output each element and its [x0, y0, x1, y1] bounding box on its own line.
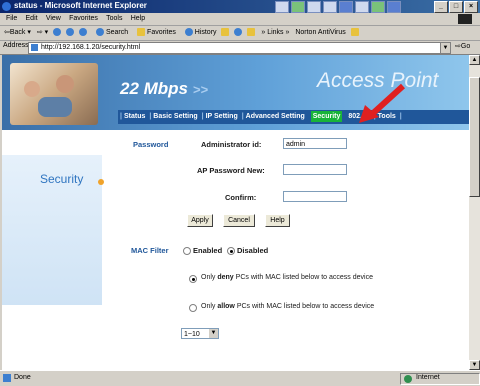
home-icon[interactable]: [79, 28, 88, 37]
print-icon[interactable]: [234, 28, 243, 37]
help-button[interactable]: Help: [265, 214, 290, 227]
tab-status[interactable]: Status: [124, 113, 145, 120]
mail-icon[interactable]: [221, 28, 230, 37]
scroll-down-button[interactable]: ▼: [469, 360, 480, 370]
forward-button[interactable]: ⇨ ▾: [37, 29, 48, 36]
status-text: Done: [14, 374, 31, 381]
tray-icon[interactable]: [323, 1, 337, 13]
toolbar: ⇦Back ▾ ⇨ ▾ Search Favorites History » L…: [0, 26, 480, 41]
page-viewport: 22 Mbps >> Access Point | Status | Basic S…: [2, 55, 469, 370]
tray-icon[interactable]: [387, 1, 401, 13]
links-button[interactable]: » Links »: [261, 29, 289, 36]
menu-favorites[interactable]: Favorites: [69, 15, 98, 22]
speed-label: 22 Mbps >>: [120, 79, 208, 98]
menu-bar: File Edit View Favorites Tools Help: [0, 13, 480, 26]
address-bar: Address http://192.168.1.20/security.htm…: [0, 41, 480, 55]
page-icon: [31, 43, 38, 51]
status-bar: Done Internet: [0, 370, 480, 386]
tray-icon[interactable]: [291, 1, 305, 13]
deny-radio[interactable]: [189, 275, 197, 283]
mac-filter-label: MAC Filter: [131, 246, 169, 255]
minimize-button[interactable]: _: [434, 1, 448, 13]
allow-radio[interactable]: [189, 304, 197, 312]
security-form: Password Administrator id: admin AP Pass…: [110, 130, 469, 370]
tray-icon[interactable]: [307, 1, 321, 13]
tray-icon[interactable]: [275, 1, 289, 13]
tab-advanced-setting[interactable]: Advanced Setting: [246, 113, 305, 120]
maximize-button[interactable]: □: [449, 1, 463, 13]
refresh-icon[interactable]: [66, 28, 75, 37]
windows-logo-icon: [458, 14, 472, 24]
apply-button[interactable]: Apply: [187, 214, 213, 227]
window-controls: _ □ ×: [433, 1, 478, 13]
menu-edit[interactable]: Edit: [26, 15, 38, 22]
confirm-label: Confirm:: [225, 193, 257, 202]
mac-enabled-label: Enabled: [193, 246, 223, 255]
ap-password-label: AP Password New:: [197, 166, 265, 175]
edit-icon[interactable]: [247, 28, 256, 37]
menu-file[interactable]: File: [6, 15, 17, 22]
vertical-scrollbar[interactable]: ▲ ▼: [469, 55, 480, 370]
mac-enabled-radio[interactable]: [183, 247, 191, 255]
deny-option-text: Only deny PCs with MAC listed below to a…: [201, 274, 373, 281]
page-done-icon: [3, 374, 11, 382]
address-dropdown-icon[interactable]: ▼: [440, 43, 450, 53]
nav-bar: | Status | Basic Setting | IP Setting | Adva…: [118, 110, 469, 124]
address-input[interactable]: http://192.168.1.20/security.html ▼: [28, 42, 451, 54]
mac-range-select[interactable]: 1~10 ▼: [181, 328, 219, 339]
history-icon: [184, 28, 193, 37]
admin-id-input[interactable]: admin: [283, 138, 347, 149]
menu-view[interactable]: View: [46, 15, 61, 22]
security-zone: Internet: [400, 373, 480, 385]
mac-disabled-label: Disabled: [237, 246, 269, 255]
norton-button[interactable]: Norton AntiVirus: [295, 29, 345, 36]
page-header: 22 Mbps >> Access Point | Status | Basic S…: [2, 55, 469, 130]
ap-password-input[interactable]: [283, 164, 347, 175]
search-icon: [96, 28, 104, 37]
scroll-up-button[interactable]: ▲: [469, 55, 480, 65]
pointer-arrow-icon: [359, 83, 406, 123]
tab-security[interactable]: Security: [310, 111, 343, 122]
cancel-button[interactable]: Cancel: [223, 214, 255, 227]
ie-icon: [2, 2, 11, 11]
scroll-thumb[interactable]: [469, 77, 480, 197]
allow-option-text: Only allow PCs with MAC listed below to …: [201, 303, 375, 310]
favorites-button[interactable]: Favorites: [134, 28, 176, 37]
window-title: status - Microsoft Internet Explorer: [14, 1, 147, 10]
globe-icon: [404, 375, 412, 383]
taskbar-tray: [275, 1, 403, 13]
section-bullet-icon: [98, 179, 104, 185]
tab-ip-setting[interactable]: IP Setting: [206, 113, 238, 120]
section-title: Security: [40, 172, 84, 186]
tray-icon[interactable]: [371, 1, 385, 13]
tray-icon[interactable]: [339, 1, 353, 13]
back-button[interactable]: ⇦Back ▾: [4, 29, 31, 36]
norton-icon[interactable]: [350, 28, 359, 37]
password-section-label: Password: [133, 140, 169, 149]
confirm-password-input[interactable]: [283, 191, 347, 202]
go-button[interactable]: ⇨Go: [455, 42, 470, 50]
search-button[interactable]: Search: [93, 28, 128, 37]
close-button[interactable]: ×: [464, 1, 478, 13]
tray-icon[interactable]: [355, 1, 369, 13]
tab-basic-setting[interactable]: Basic Setting: [153, 113, 197, 120]
menu-tools[interactable]: Tools: [106, 15, 122, 22]
menu-help[interactable]: Help: [131, 15, 145, 22]
admin-id-label: Administrator id:: [201, 140, 262, 149]
address-url: http://192.168.1.20/security.html: [41, 44, 141, 51]
favorites-icon: [137, 28, 146, 37]
title-bar: status - Microsoft Internet Explorer _ □ ×: [0, 0, 480, 13]
address-label: Address: [3, 42, 29, 49]
chevron-down-icon: ▼: [209, 329, 218, 338]
mac-disabled-radio[interactable]: [227, 247, 235, 255]
header-photo: [10, 63, 98, 125]
stop-icon[interactable]: [53, 28, 62, 37]
sidebar: Security: [2, 130, 104, 370]
history-button[interactable]: History: [182, 28, 217, 37]
